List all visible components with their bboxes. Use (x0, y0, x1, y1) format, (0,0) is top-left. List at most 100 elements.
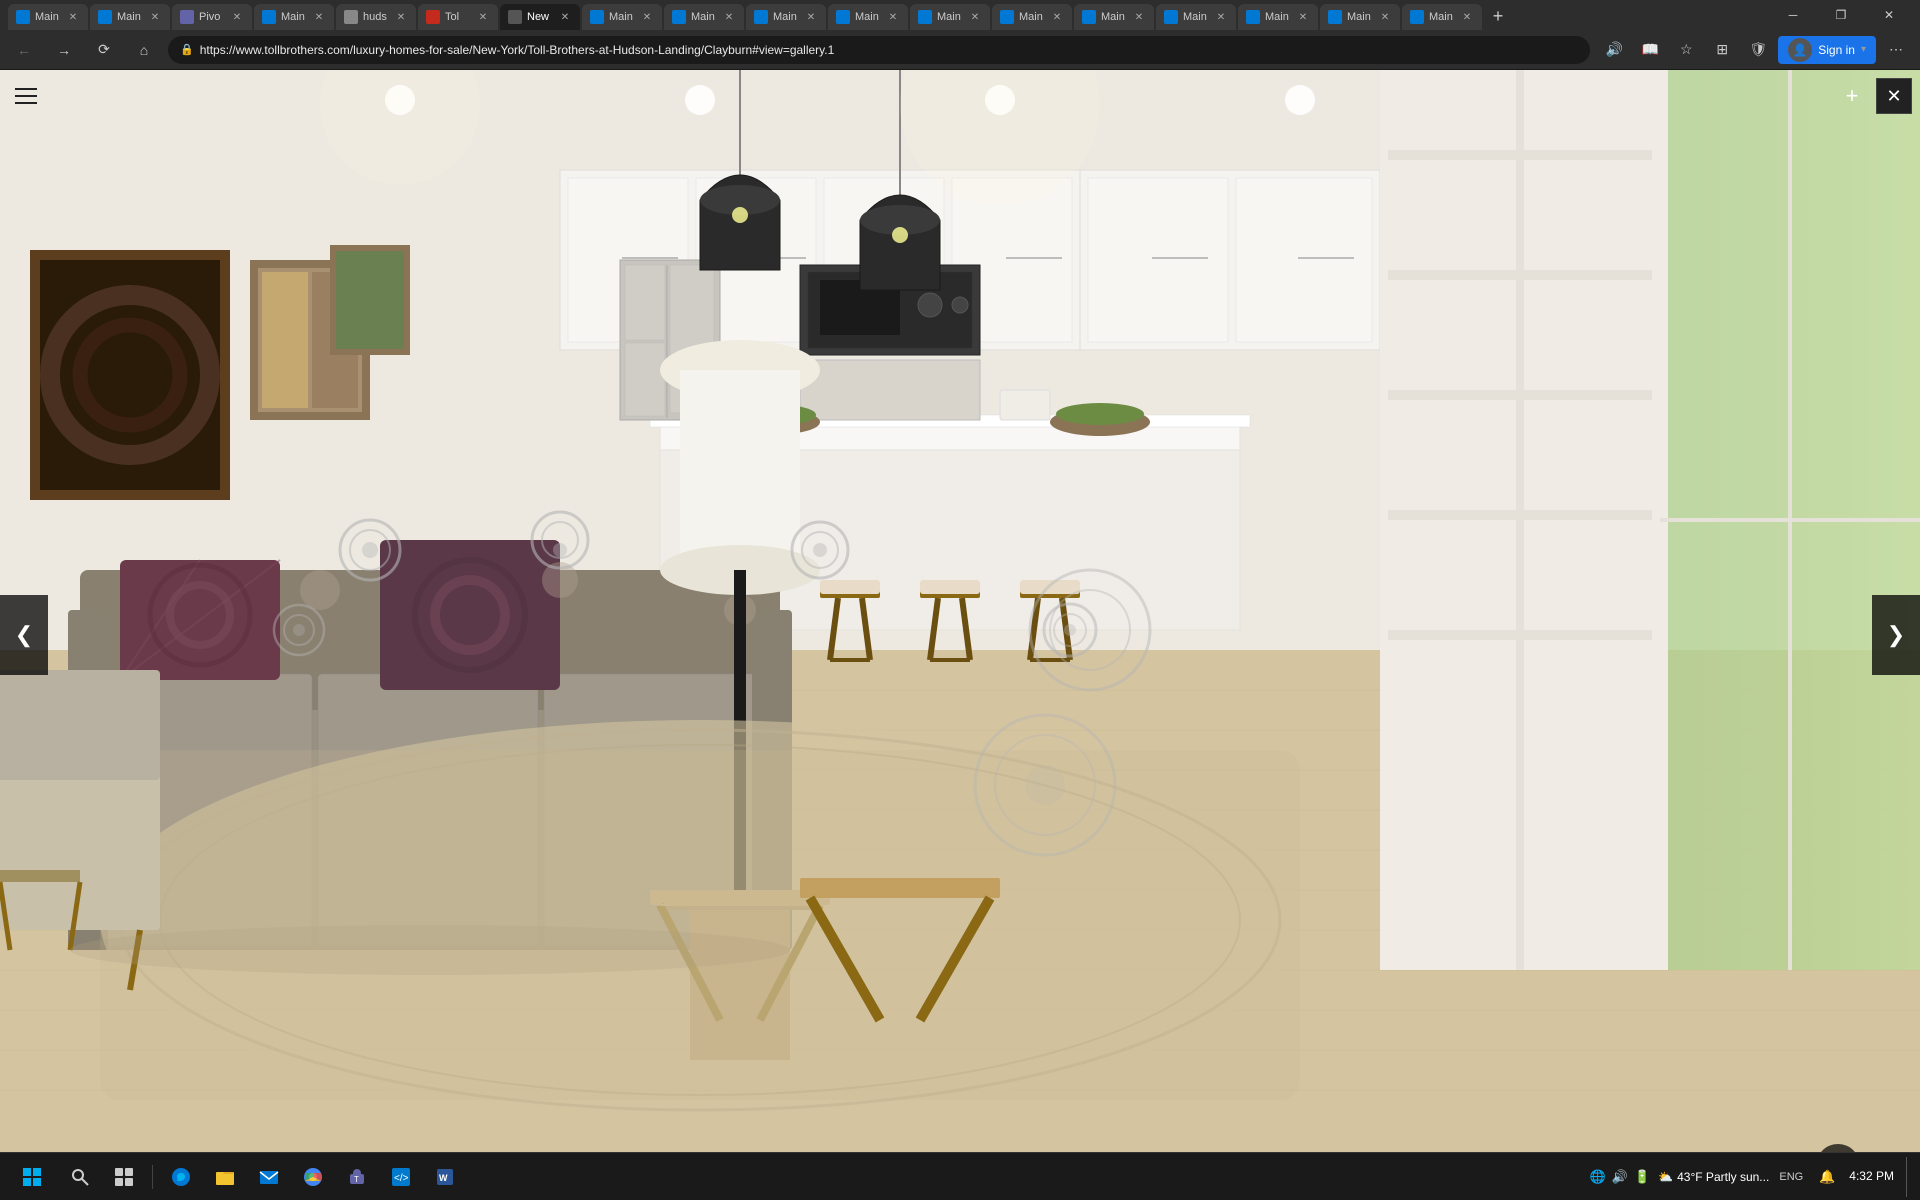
taskbar-mail-icon[interactable] (249, 1157, 289, 1197)
hamburger-line-3 (15, 102, 37, 104)
address-actions: 🔊 📖 ☆ ⊞ 🛡 👤 Sign in ▾ ⋯ (1598, 34, 1912, 66)
tab-3[interactable]: Pivo ✕ (172, 4, 252, 30)
lock-icon: 🔒 (180, 43, 194, 56)
network-icon[interactable]: 🌐 (1590, 1169, 1606, 1185)
taskbar-word-icon[interactable]: W (425, 1157, 465, 1197)
tab-close-8[interactable]: ✕ (640, 10, 654, 24)
gallery-prev-button[interactable]: ❮ (0, 595, 48, 675)
sign-in-button[interactable]: 👤 Sign in ▾ (1778, 36, 1876, 64)
tab-10[interactable]: Main ✕ (746, 4, 826, 30)
taskbar-edge-icon[interactable] (161, 1157, 201, 1197)
tab-close-3[interactable]: ✕ (230, 10, 244, 24)
tab-favicon-6 (426, 10, 440, 24)
tab-4[interactable]: Main ✕ (254, 4, 334, 30)
tab-close-17[interactable]: ✕ (1378, 10, 1392, 24)
tab-favicon-16 (1246, 10, 1260, 24)
tab-close-15[interactable]: ✕ (1214, 10, 1228, 24)
volume-icon[interactable]: 🔊 (1612, 1169, 1628, 1185)
back-button[interactable]: ← (8, 34, 40, 66)
hamburger-line-2 (15, 95, 37, 97)
tab-11[interactable]: Main ✕ (828, 4, 908, 30)
url-bar[interactable]: 🔒 https://www.tollbrothers.com/luxury-ho… (168, 36, 1590, 64)
tab-favicon-13 (1000, 10, 1014, 24)
tab-15[interactable]: Main ✕ (1156, 4, 1236, 30)
tab-close-4[interactable]: ✕ (312, 10, 326, 24)
close-window-button[interactable]: ✕ (1866, 0, 1912, 30)
tab-close-18[interactable]: ✕ (1460, 10, 1474, 24)
tab-close-5[interactable]: ✕ (394, 10, 408, 24)
tab-14[interactable]: Main ✕ (1074, 4, 1154, 30)
profile-icon: 👤 (1788, 38, 1812, 62)
immersive-reader-button[interactable]: 📖 (1634, 34, 1666, 66)
tab-close-6[interactable]: ✕ (476, 10, 490, 24)
tab-label-10: Main (773, 11, 804, 23)
tab-close-16[interactable]: ✕ (1296, 10, 1310, 24)
tab-label-18: Main (1429, 11, 1460, 23)
tab-1[interactable]: Main ✕ (8, 4, 88, 30)
tab-favicon-2 (98, 10, 112, 24)
gallery-next-button[interactable]: ❯ (1872, 595, 1920, 675)
taskbar-file-explorer-icon[interactable] (205, 1157, 245, 1197)
tab-6[interactable]: Tol ✕ (418, 4, 498, 30)
collections-button[interactable]: ⊞ (1706, 34, 1738, 66)
tab-close-7[interactable]: ✕ (558, 10, 572, 24)
tab-12[interactable]: Main ✕ (910, 4, 990, 30)
tab-favicon-18 (1410, 10, 1424, 24)
browser-essentials-button[interactable]: 🛡 (1742, 34, 1774, 66)
tab-favicon-14 (1082, 10, 1096, 24)
minimize-button[interactable]: ─ (1770, 0, 1816, 30)
settings-button[interactable]: ⋯ (1880, 34, 1912, 66)
sign-in-label: Sign in (1818, 43, 1855, 57)
tab-close-14[interactable]: ✕ (1132, 10, 1146, 24)
tab-7-active[interactable]: New ✕ (500, 4, 580, 30)
close-icon: ✕ (1886, 86, 1901, 107)
add-to-favorites-button[interactable]: ☆ (1670, 34, 1702, 66)
tab-favicon-3 (180, 10, 194, 24)
tab-close-13[interactable]: ✕ (1050, 10, 1064, 24)
taskbar-teams-icon[interactable]: T (337, 1157, 377, 1197)
gallery-plus-button[interactable]: + (1834, 78, 1870, 114)
taskbar: T </> W 🌐 🔊 🔋 ⛅ 43°F Partly sun... ENG (0, 1152, 1920, 1200)
weather-widget[interactable]: ⛅ 43°F Partly sun... (1658, 1170, 1769, 1184)
tab-8[interactable]: Main ✕ (582, 4, 662, 30)
tab-18[interactable]: Main ✕ (1402, 4, 1482, 30)
tab-16[interactable]: Main ✕ (1238, 4, 1318, 30)
notification-icon[interactable]: 🔔 (1813, 1163, 1841, 1191)
show-desktop-button[interactable] (1906, 1157, 1912, 1197)
tab-5[interactable]: huds ✕ (336, 4, 416, 30)
tab-favicon-17 (1328, 10, 1342, 24)
tab-close-11[interactable]: ✕ (886, 10, 900, 24)
home-button[interactable]: ⌂ (128, 34, 160, 66)
hamburger-menu-button[interactable] (8, 78, 44, 114)
tab-close-10[interactable]: ✕ (804, 10, 818, 24)
forward-button[interactable]: → (48, 34, 80, 66)
system-icons: 🌐 🔊 🔋 (1590, 1169, 1651, 1185)
new-tab-button[interactable]: + (1484, 2, 1512, 30)
tab-label-5: huds (363, 11, 394, 23)
clock[interactable]: 4:32 PM (1849, 1168, 1894, 1185)
tab-close-1[interactable]: ✕ (66, 10, 80, 24)
tabs-area: Main ✕ Main ✕ Pivo ✕ Main ✕ (8, 0, 1770, 30)
bell-icon: 🔔 (1819, 1169, 1835, 1185)
taskbar-chrome-icon[interactable] (293, 1157, 333, 1197)
battery-icon[interactable]: 🔋 (1634, 1169, 1650, 1185)
gallery-close-button[interactable]: ✕ (1876, 78, 1912, 114)
tab-close-9[interactable]: ✕ (722, 10, 736, 24)
tab-favicon-10 (754, 10, 768, 24)
taskbar-vscode-icon[interactable]: </> (381, 1157, 421, 1197)
tab-close-2[interactable]: ✕ (148, 10, 162, 24)
restore-button[interactable]: ❐ (1818, 0, 1864, 30)
read-aloud-button[interactable]: 🔊 (1598, 34, 1630, 66)
tab-close-12[interactable]: ✕ (968, 10, 982, 24)
taskbar-search[interactable] (60, 1157, 100, 1197)
tab-17[interactable]: Main ✕ (1320, 4, 1400, 30)
tab-2[interactable]: Main ✕ (90, 4, 170, 30)
refresh-button[interactable]: ⟳ (88, 34, 120, 66)
language-indicator[interactable]: ENG (1777, 1163, 1805, 1191)
tab-9[interactable]: Main ✕ (664, 4, 744, 30)
taskbar-separator-1 (152, 1165, 153, 1189)
taskbar-task-view[interactable] (104, 1157, 144, 1197)
tab-favicon-8 (590, 10, 604, 24)
tab-13[interactable]: Main ✕ (992, 4, 1072, 30)
start-button[interactable] (8, 1157, 56, 1197)
